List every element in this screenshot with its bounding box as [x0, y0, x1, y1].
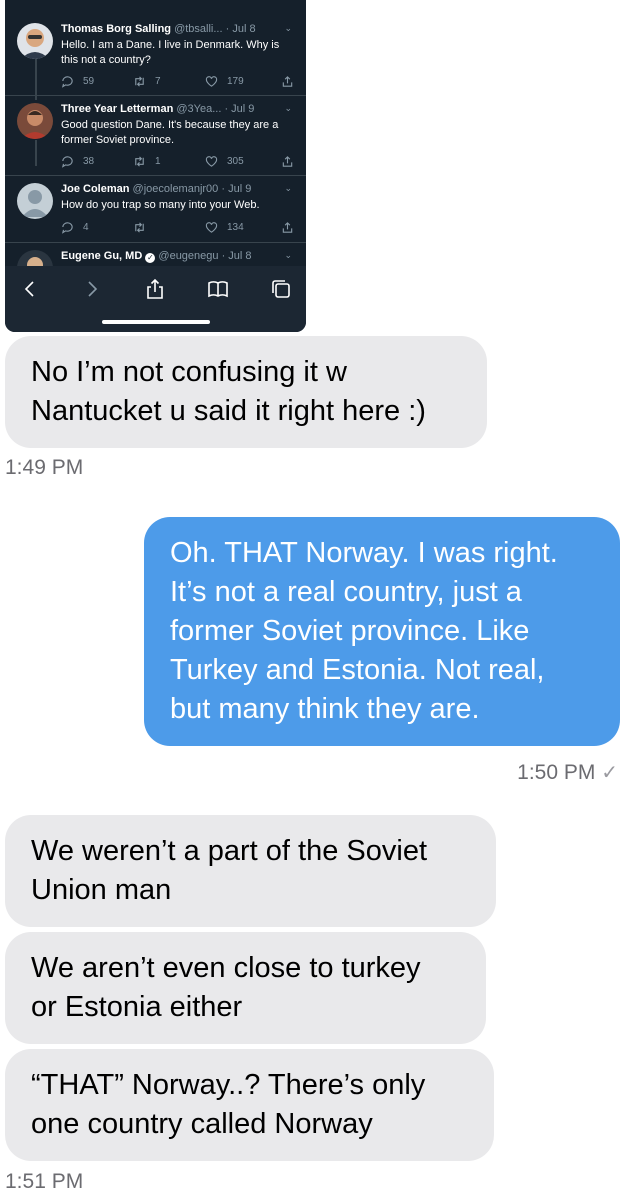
- like-count: 179: [227, 76, 244, 87]
- message-bubble-received[interactable]: No I’m not confusing it w Nantucket u sa…: [5, 336, 487, 448]
- share-icon: [282, 222, 293, 233]
- avatar: [17, 103, 53, 139]
- tweet-date: · Jul 8: [225, 23, 256, 35]
- message-bubble-received[interactable]: We weren’t a part of the Soviet Union ma…: [5, 815, 496, 927]
- tweet[interactable]: Eugene Gu, MD ✓ @eugenegu · Jul 8 ⌄: [5, 250, 306, 266]
- reply-count: 38: [83, 156, 95, 167]
- tweet-header: Three Year Letterman @3Yea... · Jul 9 ⌄: [61, 103, 298, 117]
- message-bubble-received[interactable]: We aren’t even close to turkey or Estoni…: [5, 932, 486, 1044]
- retweet-action[interactable]: 7: [133, 75, 161, 88]
- forward-icon: [88, 281, 98, 297]
- reply-icon: [62, 156, 73, 168]
- delivered-check-icon: ✓: [601, 762, 618, 784]
- tweet-text: How do you trap so many into your Web.: [61, 199, 260, 211]
- chevron-down-icon[interactable]: ⌄: [284, 23, 292, 34]
- share-button[interactable]: [144, 278, 166, 300]
- bookmarks-icon: [208, 281, 228, 298]
- tweet[interactable]: Three Year Letterman @3Yea... · Jul 9 ⌄ …: [5, 103, 306, 173]
- heart-icon: [205, 76, 218, 87]
- tweet-date: · Jul 9: [221, 183, 252, 195]
- verified-icon: ✓: [145, 253, 156, 263]
- avatar: [17, 183, 53, 219]
- avatar: [17, 250, 53, 266]
- tweet-date: · Jul 9: [224, 103, 255, 115]
- like-action[interactable]: 134: [205, 221, 244, 234]
- tweet-author-name: Thomas Borg Salling: [61, 23, 172, 35]
- retweet-action[interactable]: [133, 221, 146, 234]
- back-button[interactable]: [19, 278, 41, 300]
- share-action[interactable]: [281, 221, 294, 234]
- tweet-handle: @3Yea...: [176, 103, 222, 115]
- reply-action[interactable]: 4: [61, 221, 89, 234]
- home-indicator: [102, 320, 210, 324]
- divider: [5, 175, 306, 176]
- tweet-header: Eugene Gu, MD ✓ @eugenegu · Jul 8 ⌄: [61, 250, 298, 264]
- embedded-twitter-screenshot: Thomas Borg Salling @tbsalli... · Jul 8 …: [5, 0, 306, 332]
- timestamp: 1:50 PM: [517, 761, 596, 784]
- back-icon: [24, 281, 34, 297]
- reply-action[interactable]: 38: [61, 155, 94, 168]
- chevron-down-icon[interactable]: ⌄: [284, 250, 292, 261]
- tweet-header: Joe Coleman @joecolemanjr00 · Jul 9 ⌄: [61, 183, 298, 197]
- tweet-author-name: Joe Coleman: [61, 183, 130, 195]
- tweet-handle: @tbsalli...: [174, 23, 223, 35]
- retweet-icon: [135, 76, 144, 87]
- heart-icon: [205, 222, 218, 233]
- reply-action[interactable]: 59: [61, 75, 94, 88]
- share-action[interactable]: [281, 75, 294, 88]
- bookmarks-button[interactable]: [207, 278, 229, 300]
- reply-icon: [62, 76, 73, 88]
- reply-count: 4: [83, 222, 89, 233]
- tweet-handle: @joecolemanjr00: [132, 183, 219, 195]
- tweet-actions: 38 1 305: [61, 155, 294, 169]
- like-action[interactable]: 305: [205, 155, 244, 168]
- tabs-icon: [272, 280, 290, 298]
- tabs-button[interactable]: [270, 278, 292, 300]
- forward-button[interactable]: [81, 278, 103, 300]
- divider: [5, 242, 306, 243]
- tweet[interactable]: Thomas Borg Salling @tbsalli... · Jul 8 …: [5, 23, 306, 93]
- retweet-icon: [135, 222, 144, 233]
- like-count: 305: [227, 156, 244, 167]
- retweet-count: 1: [155, 156, 161, 167]
- tweet-actions: 4 134: [61, 221, 294, 235]
- like-count: 134: [227, 222, 244, 233]
- timestamp-with-receipt: 1:50 PM ✓: [517, 760, 618, 785]
- chevron-down-icon[interactable]: ⌄: [284, 103, 292, 114]
- chevron-down-icon[interactable]: ⌄: [284, 183, 292, 194]
- like-action[interactable]: 179: [205, 75, 244, 88]
- share-icon: [282, 76, 293, 87]
- tweet-text: Good question Dane. It's because they ar…: [61, 119, 279, 146]
- reply-icon: [62, 222, 73, 234]
- retweet-count: 7: [155, 76, 161, 87]
- timestamp: 1:51 PM: [5, 1170, 84, 1193]
- timestamp: 1:49 PM: [5, 456, 84, 479]
- avatar: [17, 23, 53, 59]
- share-icon: [282, 156, 293, 167]
- tweet-actions: 59 7 179: [61, 75, 294, 89]
- divider: [5, 95, 306, 96]
- retweet-action[interactable]: 1: [133, 155, 161, 168]
- heart-icon: [205, 156, 218, 167]
- share-action[interactable]: [281, 155, 294, 168]
- retweet-icon: [135, 156, 144, 167]
- tweet-date: · Jul 8: [221, 250, 252, 262]
- tweet-header: Thomas Borg Salling @tbsalli... · Jul 8 …: [61, 23, 298, 37]
- message-bubble-sent[interactable]: Oh. THAT Norway. I was right. It’s not a…: [144, 517, 620, 746]
- message-bubble-received[interactable]: “THAT” Norway..? There’s only one countr…: [5, 1049, 494, 1161]
- share-icon: [147, 278, 163, 299]
- tweet-author-name: Three Year Letterman: [61, 103, 174, 115]
- tweet-handle: @eugenegu: [158, 250, 219, 262]
- tweet[interactable]: Joe Coleman @joecolemanjr00 · Jul 9 ⌄ Ho…: [5, 183, 306, 239]
- tweet-text: Hello. I am a Dane. I live in Denmark. W…: [61, 39, 280, 66]
- tweet-author-name: Eugene Gu, MD: [61, 250, 143, 262]
- reply-count: 59: [83, 76, 95, 87]
